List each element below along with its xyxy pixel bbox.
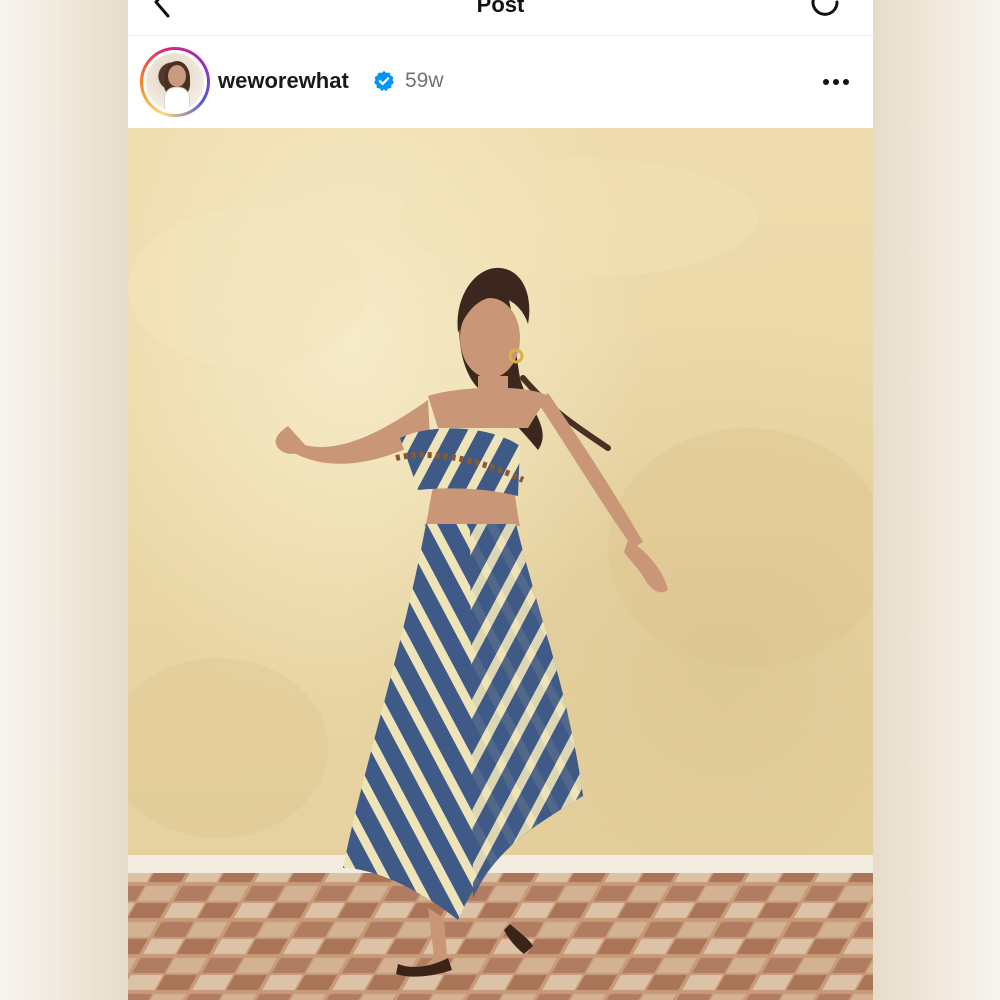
baseboard	[128, 855, 873, 873]
shoulders	[428, 387, 548, 428]
left-hand	[275, 426, 306, 454]
photo-illustration	[128, 158, 873, 1000]
refresh-icon[interactable]	[809, 0, 843, 20]
post-photo[interactable]	[128, 128, 873, 1000]
post-timestamp: 59w	[405, 69, 444, 92]
more-horizontal-icon[interactable]	[821, 76, 851, 88]
bandeau-top	[400, 428, 520, 496]
background-left	[0, 0, 128, 1000]
wall-texture	[128, 208, 368, 368]
background-right	[872, 0, 1000, 1000]
avatar[interactable]	[146, 53, 204, 111]
story-ring[interactable]	[140, 47, 210, 117]
post-header: weworewhat 59w	[128, 36, 873, 128]
username[interactable]: weworewhat	[218, 68, 349, 94]
top-navigation-bar: Post	[128, 0, 873, 36]
verified-badge-icon	[374, 70, 394, 92]
page-title: Post	[476, 0, 525, 17]
wall-texture	[128, 658, 328, 838]
post-screen: Post weworewhat 59w	[128, 0, 873, 1000]
right-arm	[538, 393, 643, 548]
wall-texture	[398, 158, 758, 278]
tile-floor	[128, 873, 873, 1000]
wall-texture	[608, 428, 873, 668]
skirt-panel	[470, 524, 583, 898]
midriff	[424, 488, 520, 526]
